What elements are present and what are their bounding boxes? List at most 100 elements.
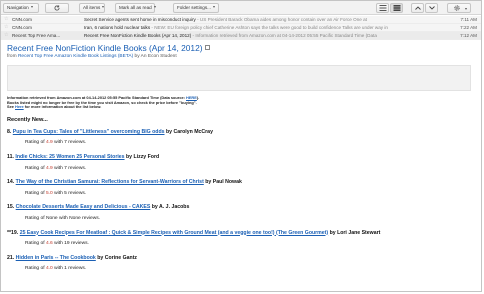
rating-text: reviews. — [69, 241, 89, 247]
toolbar: Navigation All items Mark all as read Fo… — [1, 1, 481, 15]
item-time: 7:12 AM — [460, 33, 477, 38]
rating-text: Rating of — [25, 165, 46, 171]
list-item[interactable]: ☆ CNN.com Iran, 6 nations hold nuclear t… — [1, 24, 481, 32]
info-notice: Information retrieved from Amazon.com at… — [7, 95, 477, 110]
book-number: 21. — [7, 254, 15, 261]
book-title-line: 11. Indie Chicks: 25 Women 25 Personal S… — [7, 154, 477, 160]
book-list: 8. Pupu in Tea Cups: Tales of "Littlenes… — [7, 129, 477, 272]
rating-text: with — [52, 165, 65, 171]
rating-text: reviews. — [66, 190, 87, 196]
rating-value: None — [45, 215, 58, 221]
list-view-button[interactable] — [390, 3, 403, 13]
book-author: by Lori Jane Stewart — [328, 229, 381, 236]
book-title-line: **19. 25 Easy Cook Recipes For Meatloaf … — [7, 230, 477, 236]
book-rating: Rating of 4.9 with 7 reviews. — [25, 166, 477, 171]
book-rating: Rating of 4.6 with 19 reviews. — [25, 241, 477, 246]
item-snippet: - US President Barack Obama aides among … — [195, 17, 367, 22]
item-list: ☆ CNN.com Secret Service agents sent hom… — [1, 16, 481, 40]
rating-value: 4.9 — [45, 165, 53, 171]
book-number: **19. — [7, 229, 19, 236]
from-prefix: from — [7, 54, 18, 59]
book-rating: Rating of 4.9 with 7 reviews. — [25, 140, 477, 145]
rating-text: with — [52, 241, 65, 247]
book-entry: 15. Chocolate Desserts Made Easy and Del… — [7, 204, 477, 221]
book-number: 8. — [7, 128, 12, 135]
book-entry: 11. Indie Chicks: 25 Women 25 Personal S… — [7, 154, 477, 171]
previous-item-button[interactable] — [411, 3, 424, 13]
expanded-view-icon — [379, 5, 386, 11]
book-link[interactable]: Chocolate Desserts Made Easy and Delicio… — [16, 204, 151, 210]
item-subject: Recent Free NonFiction Kindle Books (Apr… — [84, 32, 434, 39]
navigation-button[interactable]: Navigation — [3, 3, 39, 13]
rating-text: reviews. — [66, 140, 87, 146]
book-title-line: 8. Pupu in Tea Cups: Tales of "Littlenes… — [7, 129, 477, 135]
item-subject: Secret Service agents sent home in misco… — [84, 16, 434, 23]
item-subject: Iran, 6 nations hold nuclear talks - NEW… — [84, 24, 434, 31]
item-time: 7:11 AM — [460, 17, 477, 22]
rating-text: Rating of — [25, 241, 46, 247]
book-link[interactable]: Indie Chicks: 25 Women 25 Personal Stori… — [15, 154, 124, 160]
book-number: 15. — [7, 204, 15, 211]
rating-text: with — [57, 215, 70, 221]
refresh-icon — [54, 5, 60, 11]
book-title-line: 21. Hidden in Paris -- The Cookbook by C… — [7, 255, 477, 261]
rating-text: Rating of — [25, 190, 46, 196]
book-number: 14. — [7, 179, 15, 186]
notice-text: for more information about the list belo… — [23, 104, 102, 110]
chevron-down-icon — [153, 6, 156, 8]
book-rating: Rating of None with None reviews. — [25, 216, 477, 221]
book-author: by Lizzy Ford — [124, 153, 160, 160]
rating-text: with — [52, 266, 65, 272]
list-view-icon — [393, 5, 400, 11]
feed-link[interactable]: Recent Top Free Amazon Kindle Book Listi… — [18, 54, 133, 59]
article-title[interactable]: Recent Free NonFiction Kindle Books (Apr… — [7, 43, 203, 53]
expanded-view-button[interactable] — [376, 3, 389, 13]
mark-all-read-button[interactable]: Mark all as read — [115, 3, 156, 13]
rating-text: Rating of — [25, 266, 46, 272]
book-title-line: 14. The Way of the Christian Samurai: Re… — [7, 179, 477, 185]
item-time: 7:22 AM — [460, 25, 477, 30]
article-source: from Recent Top Free Amazon Kindle Book … — [7, 54, 477, 60]
author-byline: by An Econ Student — [133, 54, 177, 59]
book-title-line: 15. Chocolate Desserts Made Easy and Del… — [7, 204, 477, 210]
book-link[interactable]: The Way of the Christian Samurai: Reflec… — [16, 179, 204, 185]
rating-value: 4.0 — [45, 266, 53, 272]
star-icon[interactable]: ☆ — [4, 25, 8, 30]
all-items-button[interactable]: All items — [79, 3, 105, 13]
book-link[interactable]: 25 Easy Cook Recipes For Meatloaf : Quic… — [20, 230, 328, 236]
book-rating: Rating of 4.0 with 1 reviews. — [25, 266, 477, 271]
settings-button[interactable] — [447, 3, 471, 13]
book-entry: **19. 25 Easy Cook Recipes For Meatloaf … — [7, 230, 477, 247]
star-icon[interactable]: ☆ — [4, 17, 8, 22]
item-title: Secret Service agents sent home in misco… — [84, 17, 196, 22]
rating-text: Rating of — [25, 140, 46, 146]
notice-text: ). — [196, 95, 200, 100]
navigation-label: Navigation — [7, 5, 29, 10]
external-link-icon[interactable] — [204, 45, 210, 50]
list-item-selected[interactable]: ☆ Recent Top Free Ama... Recent Free Non… — [1, 32, 481, 40]
next-item-button[interactable] — [425, 3, 438, 13]
list-item[interactable]: ☆ CNN.com Secret Service agents sent hom… — [1, 16, 481, 24]
chevron-down-icon — [428, 6, 435, 10]
refresh-button[interactable] — [45, 3, 69, 13]
book-link[interactable]: Hidden in Paris -- The Cookbook — [16, 255, 96, 261]
folder-settings-button[interactable]: Folder settings... — [173, 3, 219, 13]
book-number: 11. — [7, 153, 14, 160]
star-icon[interactable]: ☆ — [4, 33, 8, 38]
item-source: CNN.com — [12, 17, 32, 22]
more-info-link[interactable]: Here — [15, 104, 24, 109]
rating-value: 4.9 — [45, 140, 53, 146]
book-author: by A. J. Jacobs — [150, 204, 190, 211]
folder-settings-label: Folder settings... — [177, 5, 211, 10]
rating-text: reviews. — [80, 215, 101, 221]
book-author: by Carolyn McCray — [164, 128, 213, 135]
book-author: by Paul Nowak — [203, 179, 242, 186]
gear-icon — [454, 5, 460, 11]
reader-window: Navigation All items Mark all as read Fo… — [0, 0, 482, 292]
rating-text: reviews. — [66, 165, 87, 171]
item-title: Recent Free NonFiction Kindle Books (Apr… — [84, 33, 192, 38]
item-source: CNN.com — [12, 25, 32, 30]
book-link[interactable]: Pupu in Tea Cups: Tales of "Littleness" … — [13, 129, 165, 135]
book-entry: 14. The Way of the Christian Samurai: Re… — [7, 179, 477, 196]
book-rating: Rating of 5.0 with 5 reviews. — [25, 191, 477, 196]
